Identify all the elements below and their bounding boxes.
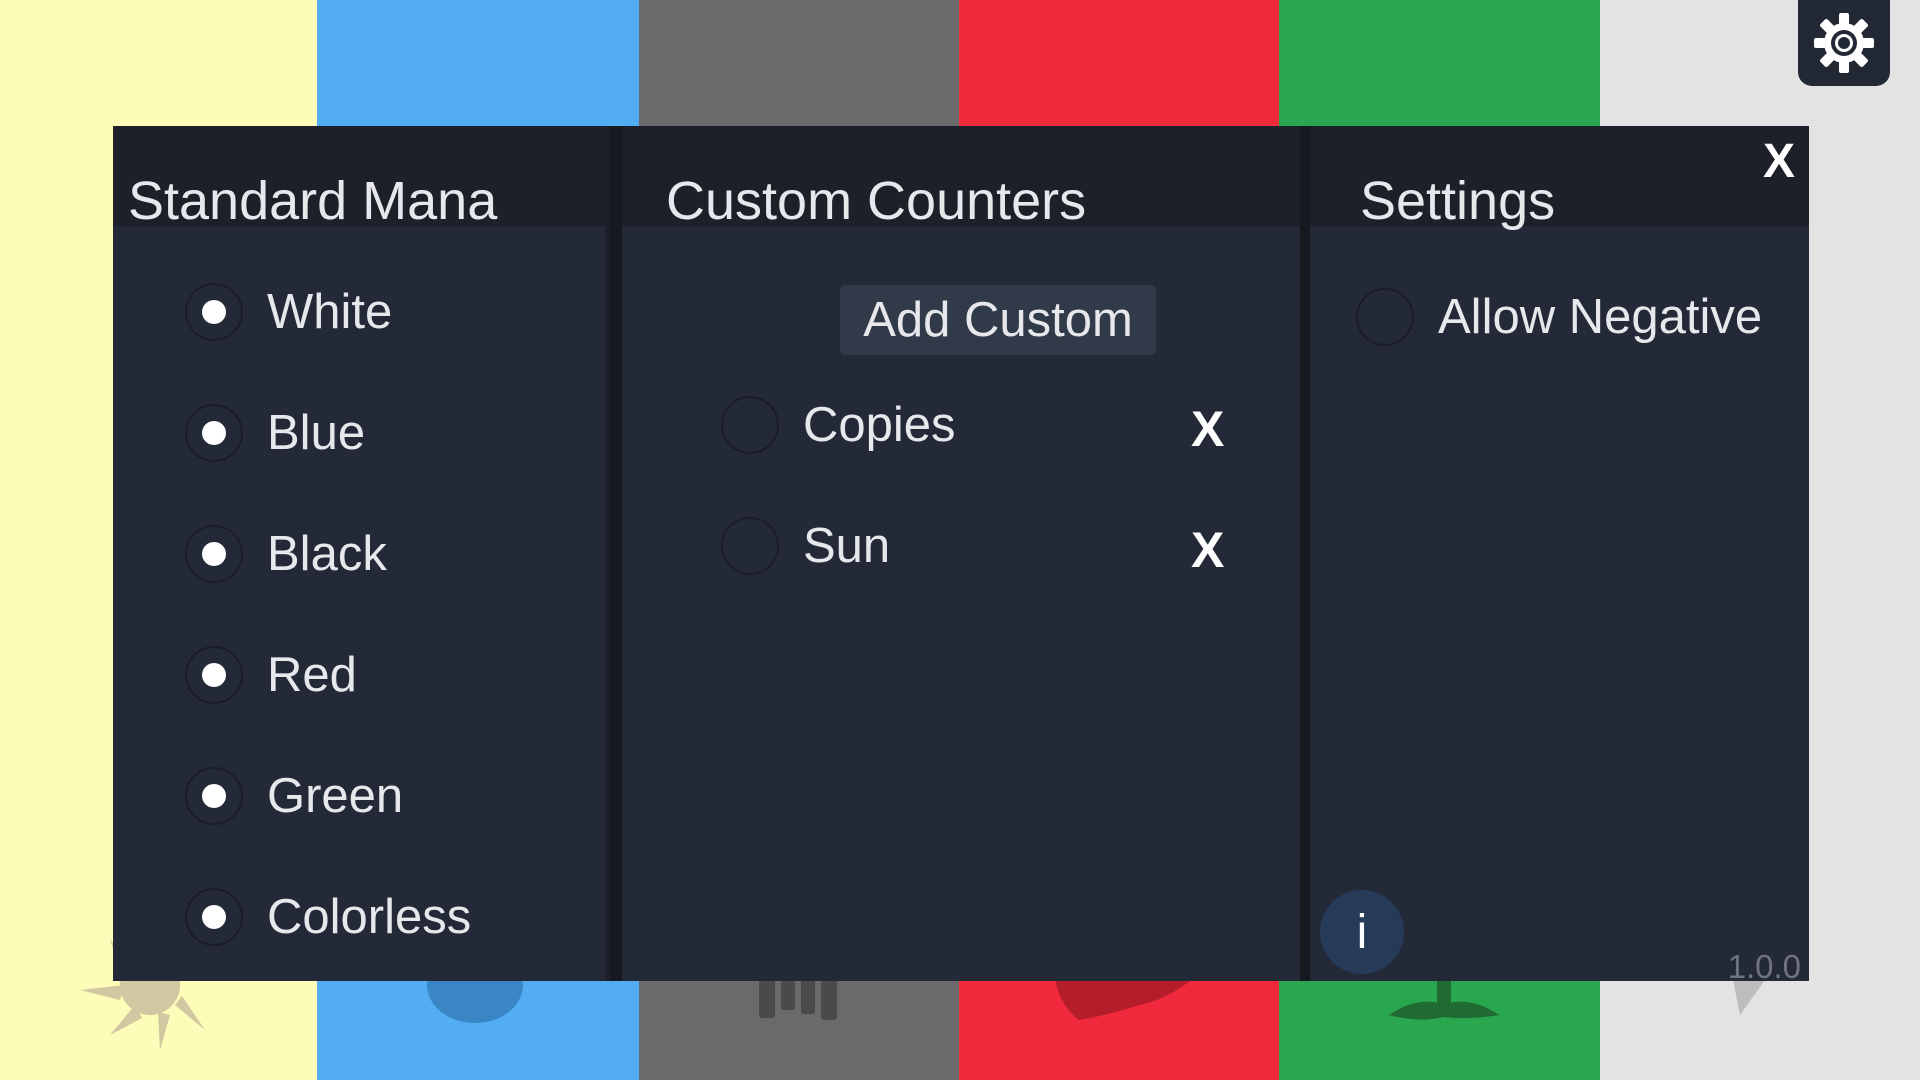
custom-counters-header: Custom Counters [622, 126, 1300, 231]
red-radio[interactable] [185, 646, 243, 704]
custom-counters-title: Custom Counters [666, 171, 1087, 231]
white-radio[interactable] [185, 283, 243, 341]
settings-gear-button[interactable] [1798, 0, 1890, 86]
mana-option-colorless[interactable]: Colorless [185, 888, 471, 946]
sun-radio[interactable] [721, 517, 779, 575]
mana-option-label: Green [267, 769, 404, 823]
counter-settings-modal: Standard Mana White Blue Black Red Green… [113, 126, 1809, 985]
allow-negative-radio[interactable] [1356, 288, 1414, 346]
standard-mana-header: Standard Mana [113, 126, 605, 231]
colorless-radio[interactable] [185, 888, 243, 946]
settings-header: Settings [1310, 126, 1809, 231]
mana-option-red[interactable]: Red [185, 646, 357, 704]
add-custom-button[interactable]: Add Custom [840, 285, 1156, 355]
custom-counter-sun[interactable]: Sun [721, 517, 890, 575]
remove-sun-button[interactable]: X [1191, 521, 1224, 579]
close-modal-button[interactable]: X [1763, 134, 1795, 189]
blue-radio[interactable] [185, 404, 243, 462]
black-radio[interactable] [185, 525, 243, 583]
green-radio[interactable] [185, 767, 243, 825]
mana-option-black[interactable]: Black [185, 525, 387, 583]
mana-option-label: Black [267, 527, 387, 581]
tree-symbol-icon [1389, 975, 1499, 1020]
remove-copies-button[interactable]: X [1191, 400, 1224, 458]
version-label: 1.0.0 [1727, 948, 1801, 985]
standard-mana-panel: Standard Mana White Blue Black Red Green… [113, 126, 605, 981]
custom-counter-label: Sun [803, 519, 891, 573]
column-divider [1300, 126, 1310, 981]
mana-option-label: Red [267, 648, 357, 702]
info-icon: i [1356, 905, 1368, 959]
mana-option-label: Colorless [267, 890, 472, 944]
column-divider [610, 126, 622, 981]
allow-negative-label: Allow Negative [1438, 290, 1763, 344]
standard-mana-title: Standard Mana [128, 171, 498, 231]
custom-counters-panel: Custom Counters Add Custom Copies X Sun … [622, 126, 1300, 981]
allow-negative-option[interactable]: Allow Negative [1356, 288, 1762, 346]
mana-option-green[interactable]: Green [185, 767, 403, 825]
mana-option-label: Blue [267, 406, 366, 460]
gear-icon [1814, 13, 1874, 73]
custom-counter-label: Copies [803, 398, 956, 452]
mana-option-blue[interactable]: Blue [185, 404, 365, 462]
mana-option-white[interactable]: White [185, 283, 392, 341]
custom-counter-copies[interactable]: Copies [721, 396, 956, 454]
copies-radio[interactable] [721, 396, 779, 454]
mana-option-label: White [267, 285, 393, 339]
info-button[interactable]: i [1320, 890, 1404, 974]
settings-title: Settings [1360, 171, 1556, 231]
settings-panel: Settings Allow Negative i 1.0.0 [1310, 126, 1809, 985]
